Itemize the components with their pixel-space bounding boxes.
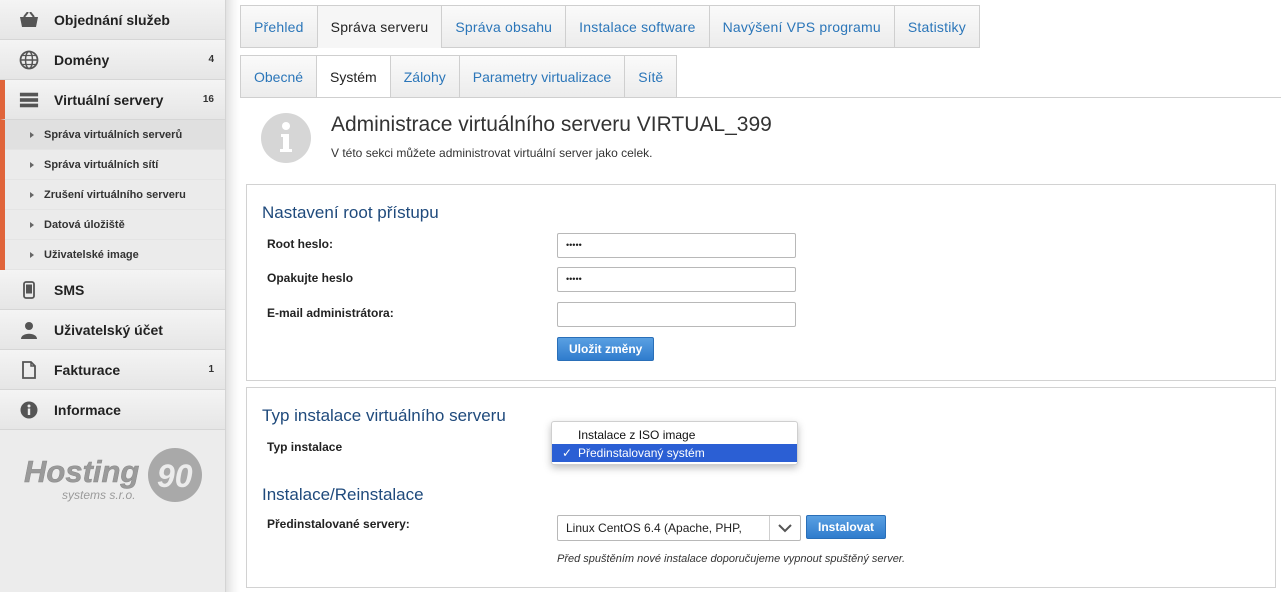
subnav-item-label: Zrušení virtuálního serveru xyxy=(44,188,186,201)
dropdown-option-iso[interactable]: Instalace z ISO image xyxy=(552,426,797,444)
sidebar-item-sms[interactable]: SMS xyxy=(0,270,225,310)
preinstalled-servers-select[interactable]: Linux CentOS 6.4 (Apache, PHP, xyxy=(557,515,801,541)
sidebar: Objednání služeb Domény 4 Virtuální serv… xyxy=(0,0,226,592)
info-icon xyxy=(261,113,311,163)
sidebar-item-label: Domény xyxy=(54,51,110,68)
arrow-right-icon xyxy=(30,221,34,228)
subnav-item-manage-servers[interactable]: Správa virtuálních serverů xyxy=(5,120,225,150)
logo-sub: systems s.r.o. xyxy=(62,488,136,502)
tab-divider xyxy=(240,97,1281,98)
install-type-dropdown[interactable]: Instalace z ISO image ✓ Předinstalovaný s… xyxy=(551,421,798,465)
subnav-item-label: Uživatelské image xyxy=(44,248,139,261)
sidebar-item-domains[interactable]: Domény 4 xyxy=(0,40,225,80)
main-tabs: Přehled Správa serveru Správa obsahu Ins… xyxy=(240,5,980,48)
arrow-right-icon xyxy=(30,251,34,258)
info-icon xyxy=(19,400,39,420)
dropdown-option-label: Předinstalovaný systém xyxy=(578,446,705,460)
page-description: V této sekci můžete administrovat virtuá… xyxy=(331,146,653,160)
sidebar-item-label: Informace xyxy=(54,401,121,418)
email-label: E-mail administrátora: xyxy=(267,306,394,320)
sidebar-item-label: Uživatelský účet xyxy=(54,321,163,338)
preinstalled-servers-label: Předinstalované servery: xyxy=(267,517,410,531)
tab-content-management[interactable]: Správa obsahu xyxy=(441,5,567,48)
section-title-install-type: Typ instalace virtuálního serveru xyxy=(262,406,506,425)
sidebar-item-info[interactable]: Informace xyxy=(0,390,225,430)
logo-text: Hosting xyxy=(24,454,139,489)
sidebar-item-virtual-servers[interactable]: Virtuální servery 16 xyxy=(0,80,225,120)
count-badge: 16 xyxy=(202,94,214,105)
save-button[interactable]: Uložit změny xyxy=(557,337,655,361)
tab-overview[interactable]: Přehled xyxy=(240,5,318,48)
sidebar-item-label: SMS xyxy=(54,281,85,298)
arrow-right-icon xyxy=(30,131,34,138)
user-icon xyxy=(19,320,39,340)
tab-statistics[interactable]: Statistiky xyxy=(893,5,980,48)
globe-icon xyxy=(19,50,39,70)
count-badge: 1 xyxy=(208,364,214,375)
root-password-label: Root heslo: xyxy=(267,237,333,251)
phone-icon xyxy=(19,280,39,300)
root-password-field[interactable]: ••••• xyxy=(557,233,796,258)
subnav-item-manage-networks[interactable]: Správa virtuálních sítí xyxy=(5,150,225,180)
subnav: Správa virtuálních serverů Správa virtuá… xyxy=(0,120,225,270)
tab-server-management[interactable]: Správa serveru xyxy=(316,5,443,48)
arrow-right-icon xyxy=(30,191,34,198)
sidebar-item-billing[interactable]: Fakturace 1 xyxy=(0,350,225,390)
dropdown-option-preinstalled[interactable]: ✓ Předinstalovaný systém xyxy=(552,444,797,462)
chevron-down-icon xyxy=(769,516,800,540)
logo-number: 90 xyxy=(157,458,193,494)
check-icon: ✓ xyxy=(562,446,573,460)
company-logo: Hosting 90 systems s.r.o. xyxy=(24,448,209,510)
repeat-password-label: Opakujte heslo xyxy=(267,271,354,285)
section-title-reinstall: Instalace/Reinstalace xyxy=(262,485,424,504)
select-value: Linux CentOS 6.4 (Apache, PHP, xyxy=(566,521,742,535)
sidebar-item-account[interactable]: Uživatelský účet xyxy=(0,310,225,350)
hint-text: Před spuštěním nové instalace doporučuje… xyxy=(557,553,906,565)
install-type-label: Typ instalace xyxy=(267,440,343,454)
subtab-backups[interactable]: Zálohy xyxy=(389,55,460,98)
install-button[interactable]: Instalovat xyxy=(806,515,887,539)
document-icon xyxy=(19,360,39,380)
basket-icon xyxy=(19,10,39,30)
sidebar-shadow xyxy=(226,0,240,592)
sub-tabs: Obecné Systém Zálohy Parametry virtualiz… xyxy=(240,55,678,98)
tab-vps-upgrade[interactable]: Navýšení VPS programu xyxy=(708,5,895,48)
subnav-item-label: Správa virtuálních serverů xyxy=(44,128,183,141)
server-icon xyxy=(19,90,39,110)
subnav-item-cancel-server[interactable]: Zrušení virtuálního serveru xyxy=(5,180,225,210)
sidebar-item-orders[interactable]: Objednání služeb xyxy=(0,0,225,40)
section-title-root: Nastavení root přístupu xyxy=(262,203,439,222)
email-field[interactable] xyxy=(557,302,796,327)
subtab-system[interactable]: Systém xyxy=(316,55,391,98)
subnav-item-user-images[interactable]: Uživatelské image xyxy=(5,240,225,270)
subnav-item-label: Správa virtuálních sítí xyxy=(44,158,159,171)
sidebar-item-label: Virtuální servery xyxy=(54,91,164,108)
sidebar-item-label: Fakturace xyxy=(54,361,121,378)
subnav-item-label: Datová úložiště xyxy=(44,218,125,231)
repeat-password-field[interactable]: ••••• xyxy=(557,267,796,292)
subtab-general[interactable]: Obecné xyxy=(240,55,318,98)
arrow-right-icon xyxy=(30,161,34,168)
subtab-networks[interactable]: Sítě xyxy=(624,55,678,98)
count-badge: 4 xyxy=(208,54,214,65)
sidebar-item-label: Objednání služeb xyxy=(54,11,170,28)
page-title: Administrace virtuálního serveru VIRTUAL… xyxy=(331,113,772,136)
subtab-virtualization[interactable]: Parametry virtualizace xyxy=(458,55,626,98)
subnav-item-storage[interactable]: Datová úložiště xyxy=(5,210,225,240)
tab-software-install[interactable]: Instalace software xyxy=(565,5,710,48)
